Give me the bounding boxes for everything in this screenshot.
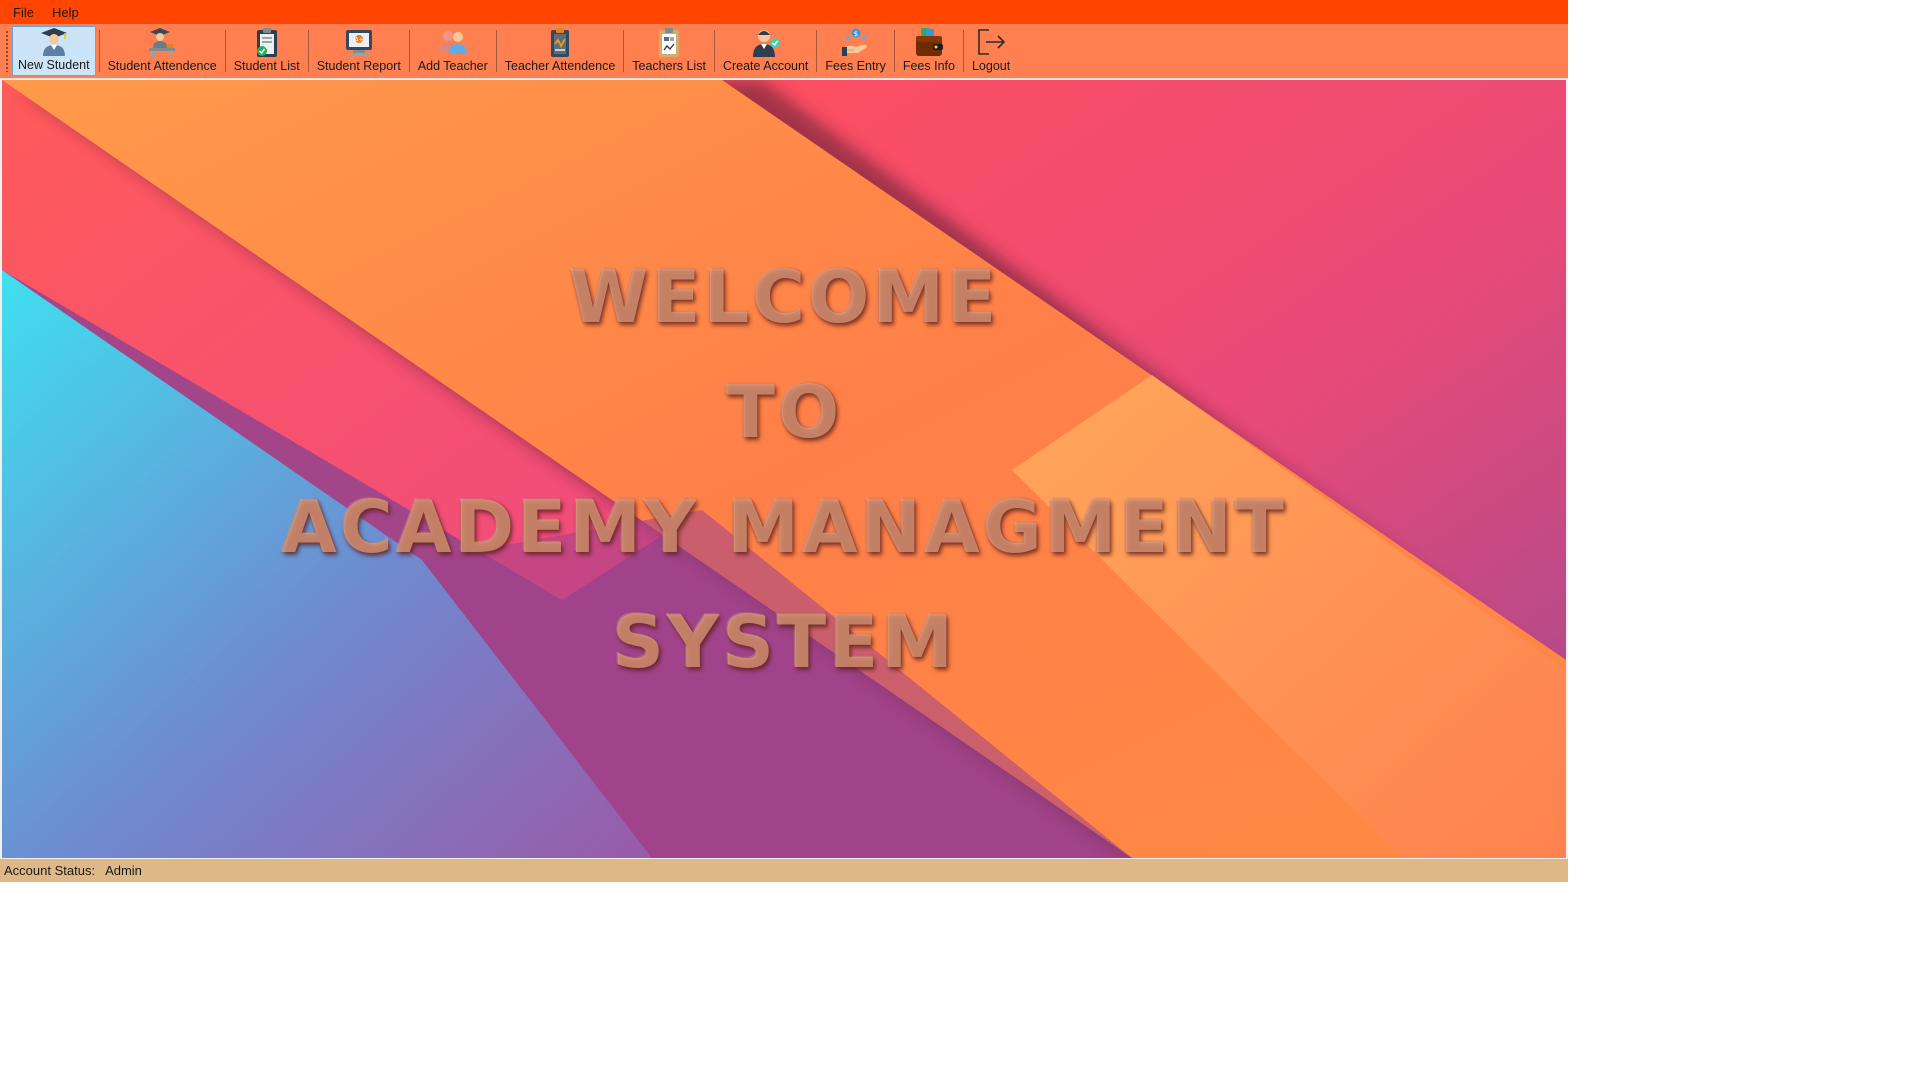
student-attendence-button[interactable]: Student Attendence bbox=[103, 26, 222, 76]
toolbar-separator bbox=[623, 30, 625, 72]
report-screen-icon: A+ bbox=[342, 26, 376, 58]
student-list-label: Student List bbox=[233, 59, 300, 73]
toolbar-separator bbox=[962, 30, 964, 72]
create-account-button[interactable]: Create Account bbox=[718, 26, 813, 76]
add-people-icon bbox=[436, 26, 470, 58]
toolbar-separator bbox=[893, 30, 895, 72]
welcome-line-2: TO bbox=[725, 370, 843, 454]
attendance-clipboard-icon bbox=[543, 26, 577, 58]
menu-file[interactable]: File bbox=[4, 3, 43, 22]
toolbar-separator bbox=[224, 30, 226, 72]
fees-entry-label: Fees Entry bbox=[825, 59, 886, 73]
teachers-list-label: Teachers List bbox=[632, 59, 706, 73]
student-at-desk-icon bbox=[145, 26, 179, 58]
toolbar-separator bbox=[713, 30, 715, 72]
teacher-attendence-button[interactable]: Teacher Attendence bbox=[500, 26, 621, 76]
student-report-button[interactable]: A+ Student Report bbox=[312, 26, 406, 76]
status-bar: Account Status: Admin bbox=[0, 859, 1568, 882]
fees-entry-button[interactable]: $ Fees Entry bbox=[820, 26, 890, 76]
wallet-icon bbox=[912, 26, 946, 58]
add-teacher-label: Add Teacher bbox=[417, 59, 488, 73]
toolbar-separator bbox=[307, 30, 309, 72]
account-status-label: Account Status: bbox=[4, 863, 96, 878]
logout-arrow-icon bbox=[974, 26, 1008, 58]
logout-label: Logout bbox=[971, 59, 1011, 73]
menu-bar: File Help bbox=[0, 0, 1568, 24]
new-student-label: New Student bbox=[18, 58, 90, 72]
toolbar: New Student Student Attendence Student L… bbox=[0, 24, 1568, 79]
toolbar-separator bbox=[98, 30, 100, 72]
teacher-attendence-label: Teacher Attendence bbox=[504, 59, 616, 73]
student-list-button[interactable]: Student List bbox=[229, 26, 305, 76]
student-attendence-label: Student Attendence bbox=[107, 59, 217, 73]
clipboard-checklist-icon bbox=[250, 26, 284, 58]
student-report-label: Student Report bbox=[316, 59, 401, 73]
fees-info-label: Fees Info bbox=[902, 59, 955, 73]
welcome-line-3: ACADEMY MANAGMENT bbox=[281, 485, 1287, 569]
app-window: File Help New Student Student Attendence… bbox=[0, 0, 1568, 882]
toolbar-grip[interactable] bbox=[5, 30, 10, 72]
toolbar-separator bbox=[816, 30, 818, 72]
logout-button[interactable]: Logout bbox=[967, 26, 1015, 76]
fees-info-button[interactable]: Fees Info bbox=[898, 26, 960, 76]
create-account-label: Create Account bbox=[722, 59, 809, 73]
welcome-line-1: WELCOME bbox=[568, 255, 1000, 339]
menu-help[interactable]: Help bbox=[43, 3, 88, 22]
welcome-line-4: SYSTEM bbox=[612, 600, 956, 684]
svg-text:A+: A+ bbox=[354, 37, 363, 44]
money-hand-icon: $ bbox=[839, 26, 873, 58]
new-student-button[interactable]: New Student bbox=[12, 26, 96, 76]
list-clipboard-icon bbox=[652, 26, 686, 58]
user-account-icon bbox=[749, 26, 783, 58]
svg-text:$: $ bbox=[853, 30, 857, 38]
account-status-value: Admin bbox=[105, 863, 142, 878]
toolbar-separator bbox=[495, 30, 497, 72]
main-welcome-area: WELCOME TO ACADEMY MANAGMENT SYSTEM bbox=[2, 80, 1566, 858]
welcome-heading: WELCOME TO ACADEMY MANAGMENT SYSTEM bbox=[2, 240, 1566, 700]
toolbar-separator bbox=[408, 30, 410, 72]
graduate-student-icon bbox=[37, 25, 71, 57]
teachers-list-button[interactable]: Teachers List bbox=[627, 26, 711, 76]
add-teacher-button[interactable]: Add Teacher bbox=[413, 26, 493, 76]
